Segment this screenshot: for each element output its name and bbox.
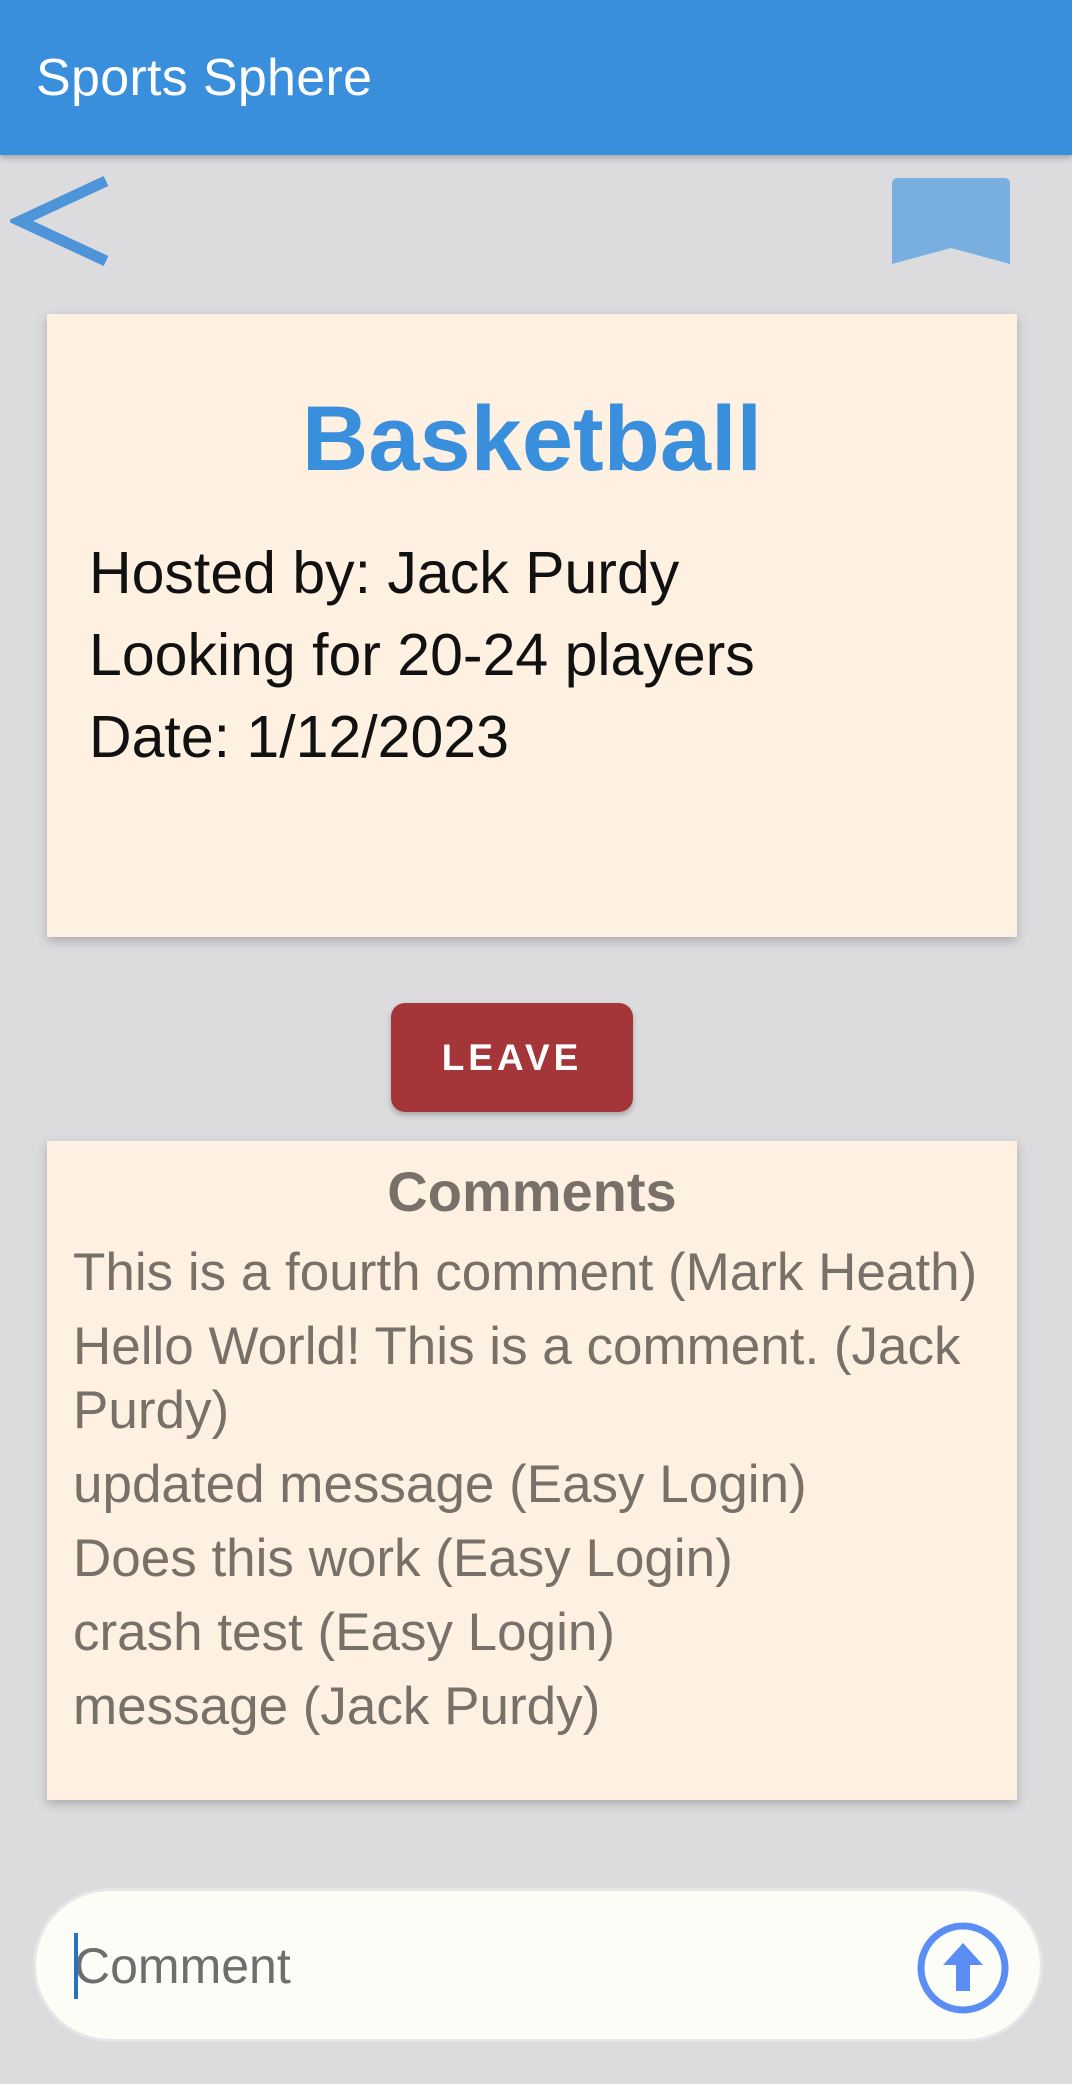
chevron-left-icon xyxy=(6,176,109,266)
back-button[interactable] xyxy=(6,175,110,267)
bookmark-button[interactable] xyxy=(890,178,1012,264)
comments-heading: Comments xyxy=(387,1160,677,1223)
arrow-up-circle-icon xyxy=(917,1922,1009,2014)
leave-button[interactable]: LEAVE xyxy=(391,1003,633,1112)
comment-item: Does this work (Easy Login) xyxy=(73,1529,733,1588)
comment-item: crash test (Easy Login) xyxy=(73,1603,616,1662)
comments-list: This is a fourth comment (Mark Heath) He… xyxy=(73,1241,1008,1749)
comment-item: updated message (Easy Login) xyxy=(73,1455,807,1514)
comment-composer xyxy=(33,1888,1043,2042)
text-cursor xyxy=(74,1933,78,1999)
app-screen: Sports Sphere Basketball Hosted by: Jack… xyxy=(0,0,1072,2084)
comment-input[interactable] xyxy=(74,1925,894,2007)
send-comment-button[interactable] xyxy=(916,1921,1010,2015)
event-sport-title: Basketball xyxy=(301,388,763,490)
comment-item: message (Jack Purdy) xyxy=(73,1677,601,1736)
bookmark-icon xyxy=(892,178,1010,264)
comments-card[interactable]: Comments This is a fourth comment (Mark … xyxy=(47,1141,1017,1800)
app-title: Sports Sphere xyxy=(36,48,373,107)
event-host: Hosted by: Jack Purdy xyxy=(89,540,680,606)
event-date: Date: 1/12/2023 xyxy=(89,704,509,770)
comment-item: This is a fourth comment (Mark Heath) xyxy=(73,1243,978,1302)
app-bar: Sports Sphere xyxy=(0,0,1072,155)
event-player-count: Looking for 20-24 players xyxy=(89,622,755,688)
event-card: Basketball Hosted by: Jack Purdy Looking… xyxy=(47,314,1017,937)
comment-item: Hello World! This is a comment. (Jack Pu… xyxy=(73,1317,961,1440)
event-details: Hosted by: Jack Purdy Looking for 20-24 … xyxy=(89,532,755,778)
